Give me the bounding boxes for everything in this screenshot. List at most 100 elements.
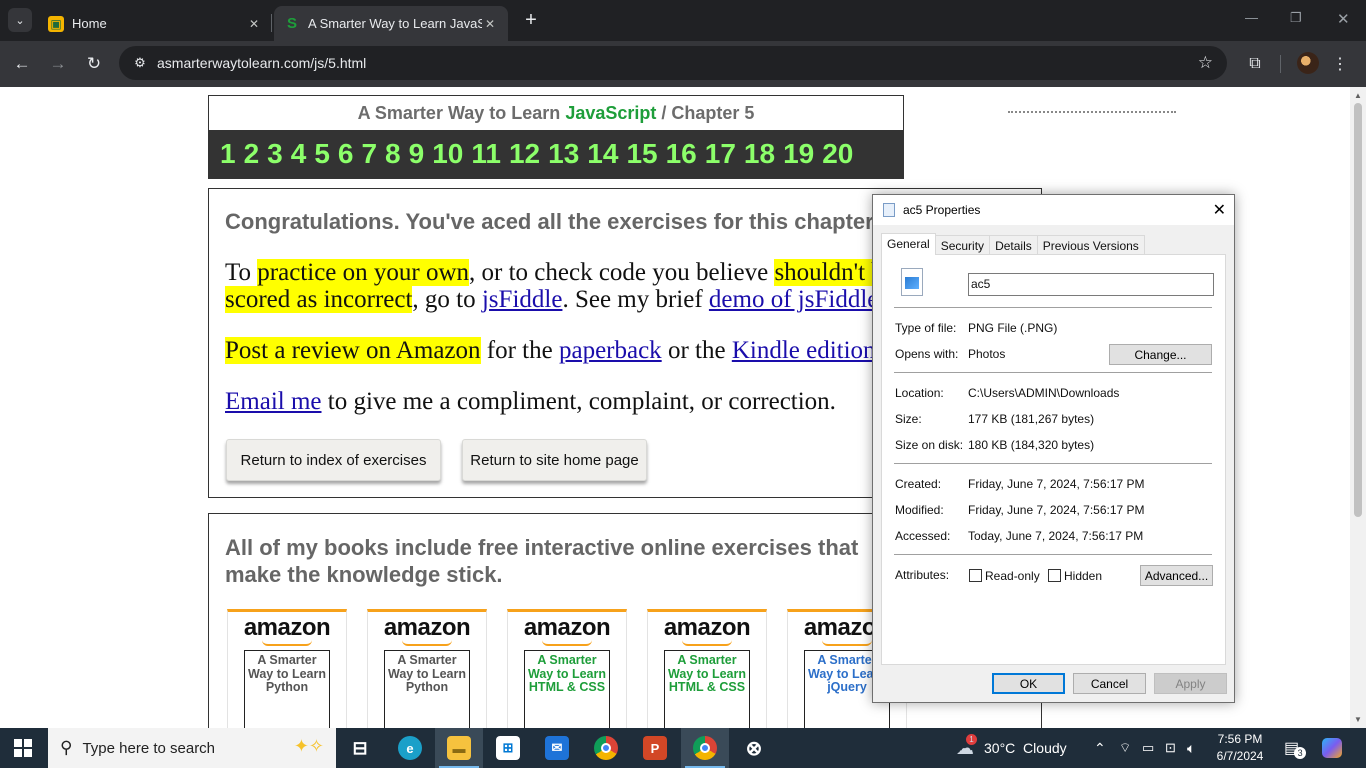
menu-kebab-icon[interactable]: ⋮ xyxy=(1328,52,1352,76)
readonly-checkbox[interactable] xyxy=(969,569,982,582)
chapter-link-12[interactable]: 12 xyxy=(509,138,540,170)
chapter-link-9[interactable]: 9 xyxy=(409,138,425,170)
chapter-link-1[interactable]: 1 xyxy=(220,138,236,170)
file-explorer-icon[interactable]: ▬ xyxy=(435,728,483,768)
hidden-checkbox[interactable] xyxy=(1048,569,1061,582)
clock[interactable]: 7:56 PM 6/7/2024 xyxy=(1208,731,1272,765)
chapter-link-17[interactable]: 17 xyxy=(705,138,736,170)
paperback-link[interactable]: paperback xyxy=(559,337,662,364)
scroll-up-icon[interactable]: ▲ xyxy=(1354,91,1362,100)
book-card[interactable]: amazon A Smarter Way to Learn Python xyxy=(227,609,347,728)
chapter-link-7[interactable]: 7 xyxy=(361,138,377,170)
minimize-icon[interactable]: — xyxy=(1245,10,1258,25)
text: to give me a compliment, complaint, or c… xyxy=(321,388,836,415)
chapter-link-20[interactable]: 20 xyxy=(822,138,853,170)
windows-start-icon[interactable] xyxy=(14,739,32,757)
tab-previous-versions[interactable]: Previous Versions xyxy=(1036,235,1145,255)
mail-icon[interactable]: ✉ xyxy=(533,728,581,768)
task-view-icon[interactable]: ⊟ xyxy=(336,728,384,768)
chapter-link-3[interactable]: 3 xyxy=(267,138,283,170)
chapter-link-14[interactable]: 14 xyxy=(587,138,618,170)
chapter-link-6[interactable]: 6 xyxy=(338,138,354,170)
battery-icon[interactable]: ▭ xyxy=(1142,728,1154,768)
jsfiddle-link[interactable]: jsFiddle xyxy=(482,286,563,313)
chapter-link-18[interactable]: 18 xyxy=(744,138,775,170)
notification-icon[interactable]: ▤ 3 xyxy=(1284,728,1307,768)
close-tab-icon[interactable]: ✕ xyxy=(246,16,262,32)
extensions-puzzle-icon[interactable]: ⧉ xyxy=(1243,52,1267,76)
chapter-link-2[interactable]: 2 xyxy=(244,138,260,170)
dialog-close-icon[interactable]: ✕ xyxy=(1213,200,1226,220)
back-arrow-icon[interactable]: ← xyxy=(10,52,34,76)
location-value: C:\Users\ADMIN\Downloads xyxy=(968,386,1120,400)
new-tab-plus-icon[interactable]: + xyxy=(520,9,542,31)
book-card[interactable]: amazon A Smarter Way to Learn Python xyxy=(367,609,487,728)
tab-details[interactable]: Details xyxy=(989,235,1038,255)
copilot-sparkle-icon[interactable]: ✦✧ xyxy=(294,736,324,757)
practice-paragraph: To practice on your own, or to check cod… xyxy=(225,259,895,313)
weather-widget[interactable]: ☁ 1 30°C Cloudy xyxy=(956,728,1067,768)
change-button[interactable]: Change... xyxy=(1109,344,1212,365)
apply-button[interactable]: Apply xyxy=(1154,673,1227,694)
hidden-label[interactable]: Hidden xyxy=(1064,569,1102,583)
site-s-icon: S xyxy=(286,15,297,32)
chapter-link-15[interactable]: 15 xyxy=(626,138,657,170)
profile-avatar[interactable] xyxy=(1297,52,1319,74)
edge-icon[interactable]: e xyxy=(386,728,434,768)
scroll-thumb[interactable] xyxy=(1354,103,1362,517)
cancel-button[interactable]: Cancel xyxy=(1073,673,1146,694)
tab-home[interactable]: ▣ Home ✕ xyxy=(38,6,272,41)
powerpoint-icon[interactable]: P xyxy=(631,728,679,768)
microsoft-store-icon[interactable]: ⊞ xyxy=(484,728,532,768)
chapter-link-8[interactable]: 8 xyxy=(385,138,401,170)
copilot-icon[interactable] xyxy=(1322,728,1342,768)
advanced-button[interactable]: Advanced... xyxy=(1140,565,1213,586)
page-scrollbar[interactable]: ▲ ▼ xyxy=(1350,87,1366,728)
restore-icon[interactable]: ❐ xyxy=(1290,10,1302,26)
chapter-link-16[interactable]: 16 xyxy=(666,138,697,170)
scroll-down-icon[interactable]: ▼ xyxy=(1354,715,1362,724)
tab-javascript[interactable]: S A Smarter Way to Learn JavaScript ✕ xyxy=(274,6,508,41)
book-card[interactable]: amazon A Smarter Way to Learn HTML & CSS xyxy=(647,609,767,728)
show-hidden-icons-chevron-icon[interactable]: ⌃ xyxy=(1094,728,1106,768)
chapter-link-13[interactable]: 13 xyxy=(548,138,579,170)
site-info-icon[interactable]: ⚙ xyxy=(127,55,153,71)
url-text[interactable]: asmarterwaytolearn.com/js/5.html xyxy=(157,55,366,71)
readonly-label[interactable]: Read-only xyxy=(985,569,1040,583)
png-file-icon xyxy=(901,268,923,296)
close-tab-icon[interactable]: ✕ xyxy=(482,16,498,32)
chapter-link-4[interactable]: 4 xyxy=(291,138,307,170)
window-close-icon[interactable]: ✕ xyxy=(1337,10,1350,28)
return-home-button[interactable]: Return to site home page xyxy=(462,439,647,481)
notification-count: 3 xyxy=(1294,747,1307,759)
chapter-link-5[interactable]: 5 xyxy=(314,138,330,170)
return-index-button[interactable]: Return to index of exercises xyxy=(226,439,441,481)
kindle-link[interactable]: Kindle edition xyxy=(732,337,876,364)
tab-general[interactable]: General xyxy=(881,233,936,255)
network-icon[interactable]: ⊡ xyxy=(1165,728,1176,768)
volume-icon[interactable]: 🔈︎ xyxy=(1187,728,1195,768)
chrome-profile-icon[interactable] xyxy=(681,728,729,768)
forward-arrow-icon[interactable]: → xyxy=(46,52,70,76)
bookmark-star-icon[interactable]: ☆ xyxy=(1198,53,1213,73)
taskbar-search[interactable]: ⚲ Type here to search ✦✧ xyxy=(48,728,336,768)
demo-jsfiddle-link[interactable]: demo of jsFiddle xyxy=(709,286,878,313)
search-icon: ⚲ xyxy=(60,738,73,757)
email-me-link[interactable]: Email me xyxy=(225,388,322,415)
toolbar-divider xyxy=(1280,55,1281,73)
address-bar[interactable]: ⚙ asmarterwaytolearn.com/js/5.html ☆ xyxy=(119,46,1227,80)
chapter-link-10[interactable]: 10 xyxy=(432,138,463,170)
chrome-icon[interactable] xyxy=(582,728,630,768)
dialog-titlebar[interactable]: ac5 Properties ✕ xyxy=(873,195,1234,225)
chapter-link-19[interactable]: 19 xyxy=(783,138,814,170)
tab-search-chevron-icon[interactable]: ⌄ xyxy=(8,8,32,32)
wifi-icon[interactable]: ⌔ xyxy=(1119,728,1131,768)
filename-input[interactable]: ac5 xyxy=(968,273,1214,296)
ok-button[interactable]: OK xyxy=(992,673,1065,694)
book-card[interactable]: amazon A Smarter Way to Learn HTML & CSS xyxy=(507,609,627,728)
reload-icon[interactable]: ↻ xyxy=(82,52,106,76)
chapter-link-11[interactable]: 11 xyxy=(471,138,501,170)
google-classroom-icon: ▣ xyxy=(48,15,64,32)
tab-security[interactable]: Security xyxy=(934,235,991,255)
openai-icon[interactable]: ⊗ xyxy=(730,728,778,768)
